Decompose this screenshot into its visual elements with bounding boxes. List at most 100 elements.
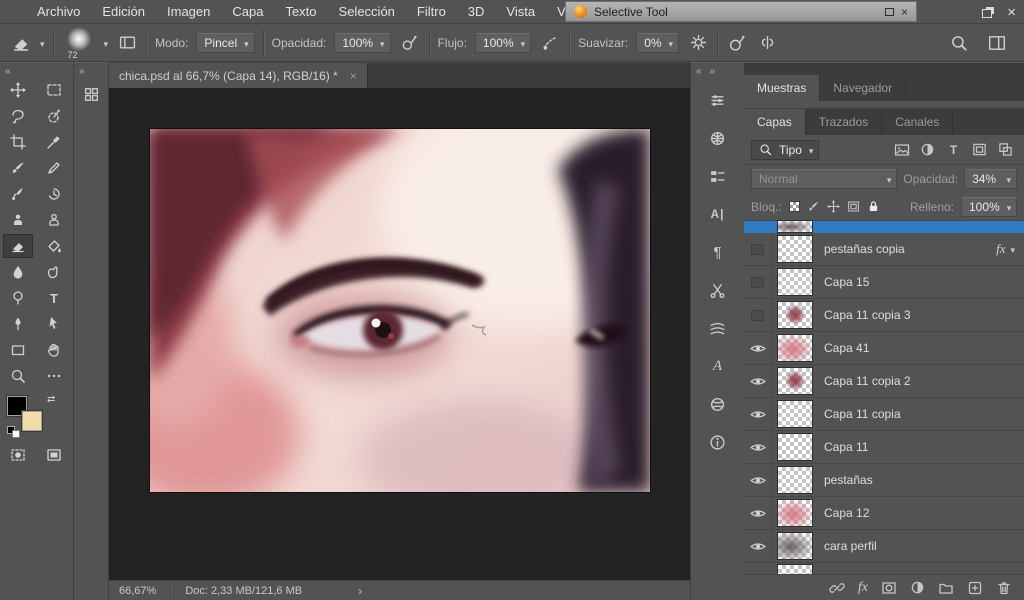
smoothing-select[interactable]: 0% — [636, 33, 679, 53]
patterns-panel-icon[interactable] — [702, 123, 734, 153]
scissors-panel-icon[interactable] — [702, 275, 734, 305]
marquee-tool-button[interactable] — [39, 78, 69, 102]
layer-style-button[interactable]: fx — [858, 580, 868, 596]
menu-vista[interactable]: Vista — [495, 0, 546, 24]
path-selection-tool-button[interactable] — [39, 312, 69, 336]
layer-thumbnail[interactable] — [778, 302, 812, 328]
brush-tool-button[interactable] — [3, 156, 33, 180]
dodge-tool-button[interactable] — [3, 286, 33, 310]
layer-name[interactable]: pestañas — [818, 473, 1024, 487]
delete-layer-icon[interactable] — [996, 580, 1012, 596]
airbrush-icon[interactable] — [539, 32, 561, 54]
smoothing-gear-icon[interactable] — [687, 32, 709, 54]
layer-row-capa-11-copia[interactable]: Capa 11 copia — [744, 398, 1024, 431]
opacity-select[interactable]: 100% — [334, 33, 390, 53]
gradients-panel-icon[interactable] — [702, 161, 734, 191]
background-color-swatch[interactable] — [22, 411, 42, 431]
layer-visibility-toggle[interactable] — [744, 332, 772, 364]
type-tool-button[interactable] — [39, 286, 69, 310]
layer-row-capa-11-copia-2[interactable]: Capa 11 copia 2 — [744, 365, 1024, 398]
new-layer-icon[interactable] — [967, 580, 983, 596]
document-tab[interactable]: chica.psd al 66,7% (Capa 14), RGB/16) * … — [109, 63, 368, 88]
menu-imagen[interactable]: Imagen — [156, 0, 221, 24]
filter-shape-layers-icon[interactable] — [968, 140, 991, 160]
layer-name[interactable]: Capa 11 copia — [818, 407, 1024, 421]
layer-row-capa-11-copia-3[interactable]: Capa 11 copia 3 — [744, 299, 1024, 332]
layer-thumbnail[interactable] — [778, 401, 812, 427]
collapse-dock-icon[interactable] — [710, 63, 716, 77]
tab-navegador[interactable]: Navegador — [820, 75, 906, 101]
lock-artboard-icon[interactable] — [847, 200, 860, 213]
default-colors-icon[interactable] — [7, 426, 21, 439]
layer-effects-badge[interactable]: fx — [996, 241, 1024, 257]
layer-thumbnail[interactable] — [778, 434, 812, 460]
chevron-down-icon[interactable] — [40, 36, 45, 50]
layer-name[interactable]: Capa 41 — [818, 341, 1024, 355]
chevron-down-icon[interactable] — [104, 36, 109, 50]
quick-mask-button[interactable] — [3, 443, 33, 467]
tab-trazados[interactable]: Trazados — [806, 109, 883, 135]
expand-dock-icon[interactable] — [696, 63, 702, 77]
info-panel-icon[interactable] — [702, 427, 734, 457]
swap-colors-icon[interactable]: ⇄ — [47, 394, 55, 405]
pencil-tool-button[interactable] — [39, 156, 69, 180]
paint-symmetry-icon[interactable] — [756, 32, 778, 54]
filter-pixel-layers-icon[interactable] — [890, 140, 913, 160]
layer-name[interactable]: Capa 15 — [818, 275, 1024, 289]
paint-bucket-tool-button[interactable] — [39, 234, 69, 258]
lasso-tool-button[interactable] — [3, 104, 33, 128]
menu-3d[interactable]: 3D — [457, 0, 496, 24]
layer-thumbnail[interactable] — [778, 236, 812, 262]
layer-thumbnail[interactable] — [778, 335, 812, 361]
clone-stamp-tool-button[interactable] — [3, 208, 33, 232]
flow-select[interactable]: 100% — [475, 33, 531, 53]
tab-canales[interactable]: Canales — [882, 109, 953, 135]
layer-row-capa-11[interactable]: Capa 11 — [744, 431, 1024, 464]
layer-thumbnail[interactable] — [778, 269, 812, 295]
selected-layer-partial-row[interactable] — [744, 221, 1024, 233]
floating-window-titlebar[interactable]: Selective Tool — [565, 1, 917, 22]
filter-adjustment-layers-icon[interactable] — [916, 140, 939, 160]
menu-texto[interactable]: Texto — [274, 0, 327, 24]
glyphs-panel-icon[interactable] — [702, 351, 734, 381]
toggle-brush-panel-icon[interactable] — [116, 32, 138, 54]
layer-row-cara-perfil[interactable]: cara perfil — [744, 530, 1024, 563]
layer-visibility-toggle[interactable] — [744, 497, 772, 529]
paragraph-panel-icon[interactable] — [702, 237, 734, 267]
pen-tool-button[interactable] — [3, 312, 33, 336]
lock-all-icon[interactable] — [867, 200, 880, 213]
layer-thumbnail[interactable] — [778, 533, 812, 559]
edit-toolbar-button[interactable] — [39, 364, 69, 388]
quick-selection-tool-button[interactable] — [39, 104, 69, 128]
layer-visibility-toggle[interactable] — [744, 266, 772, 298]
layer-visibility-toggle[interactable] — [744, 398, 772, 430]
character-panel-icon[interactable] — [702, 199, 734, 229]
layer-thumbnail[interactable] — [778, 368, 812, 394]
tab-muestras[interactable]: Muestras — [744, 75, 820, 101]
restore-window-icon[interactable] — [982, 9, 992, 18]
lock-paint-icon[interactable] — [807, 200, 820, 213]
smudge-tool-button[interactable] — [39, 260, 69, 284]
lock-transparency-icon[interactable] — [789, 201, 800, 212]
menu-seleccion[interactable]: Selección — [328, 0, 406, 24]
eraser-tool-button[interactable] — [3, 234, 33, 258]
status-chevron-icon[interactable]: › — [358, 584, 362, 598]
blur-tool-button[interactable] — [3, 260, 33, 284]
pressure-opacity-icon[interactable] — [399, 32, 421, 54]
close-window-icon[interactable] — [1007, 5, 1016, 20]
eyedropper-tool-button[interactable] — [39, 130, 69, 154]
brushes-panel-icon[interactable] — [702, 313, 734, 343]
brush-preset-picker[interactable]: 72 — [62, 26, 96, 60]
adjustment-layer-icon[interactable] — [910, 580, 925, 595]
canvas-artwork[interactable] — [150, 129, 650, 492]
filter-type-select[interactable]: Tipo — [751, 140, 819, 160]
floating-restore-icon[interactable] — [885, 8, 894, 16]
layer-name[interactable]: Capa 11 copia 3 — [818, 308, 1024, 322]
layer-row-pestanas-copia[interactable]: pestañas copia fx — [744, 233, 1024, 266]
new-group-folder-icon[interactable] — [938, 580, 954, 596]
hand-tool-button[interactable] — [39, 338, 69, 362]
collapse-toolbox-icon[interactable] — [5, 63, 11, 77]
tab-capas[interactable]: Capas — [744, 109, 806, 135]
layer-visibility-toggle[interactable] — [744, 299, 772, 331]
tool-preset-eraser-icon[interactable] — [10, 32, 32, 54]
